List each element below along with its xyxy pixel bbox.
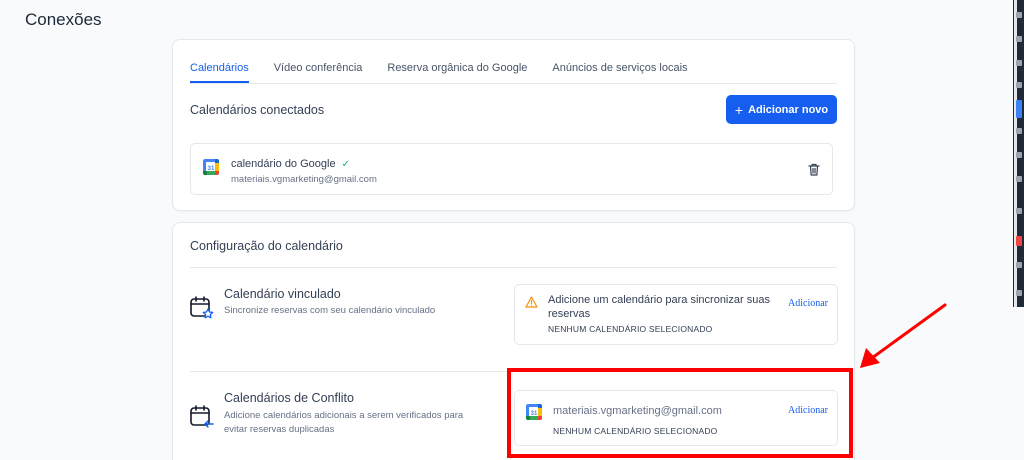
toolbar-mark — [1016, 60, 1022, 66]
toolbar-mark — [1016, 262, 1022, 268]
toolbar-mark — [1016, 82, 1022, 88]
connected-calendars-title: Calendários conectados — [190, 103, 325, 117]
toolbar-mark-red — [1016, 236, 1022, 246]
warning-icon — [525, 296, 538, 308]
calendar-config-title: Configuração do calendário — [190, 239, 343, 253]
conflict-calendars-desc: Adicione calendários adicionais a serem … — [224, 410, 464, 435]
linked-calendar-selector: Adicione um calendário para sincronizar … — [514, 284, 838, 345]
linked-none-selected: NENHUM CALENDÁRIO SELECIONADO — [548, 324, 713, 334]
toolbar-mark — [1016, 152, 1022, 158]
calendar-arrow-icon — [190, 405, 214, 428]
tab-calendars[interactable]: Calendários — [190, 62, 249, 83]
toolbar-mark-active — [1016, 100, 1022, 118]
tab-google-organic-booking[interactable]: Reserva orgânica do Google — [387, 62, 527, 83]
toolbar-mark — [1016, 208, 1022, 214]
toolbar-mark — [1016, 12, 1022, 18]
add-new-button[interactable]: + Adicionar novo — [726, 95, 837, 124]
connected-calendar-item: 31 calendário do Google ✓ materiais.vgma… — [190, 143, 833, 195]
calendar-name-text: calendário do Google — [231, 158, 336, 170]
toolbar-mark — [1016, 290, 1022, 296]
svg-text:31: 31 — [208, 166, 215, 172]
conflict-calendars-title: Calendários de Conflito — [224, 391, 354, 405]
calendar-star-icon — [190, 296, 214, 319]
linked-warning-text: Adicione um calendário para sincronizar … — [548, 294, 770, 320]
tab-video-conference[interactable]: Vídeo conferência — [274, 62, 363, 83]
calendar-email: materiais.vgmarketing@gmail.com — [231, 174, 377, 185]
tab-local-services-ads[interactable]: Anúncios de serviços locais — [552, 62, 687, 83]
divider — [190, 267, 837, 268]
tab-bar: Calendários Vídeo conferência Reserva or… — [190, 62, 837, 84]
toolbar-mark — [1016, 176, 1022, 182]
trash-icon[interactable] — [808, 163, 820, 176]
add-new-label: Adicionar novo — [748, 103, 829, 116]
linked-add-link[interactable]: Adicionar — [788, 298, 828, 309]
google-calendar-icon: 31 — [203, 159, 219, 175]
plus-icon: + — [734, 101, 744, 118]
red-arrow-icon — [860, 303, 947, 368]
toolbar-mark — [1016, 36, 1022, 42]
linked-calendar-desc: Sincronize reservas com seu calendário v… — [224, 305, 436, 316]
right-edge-toolbar — [1013, 0, 1024, 307]
connections-card: Calendários Vídeo conferência Reserva or… — [172, 39, 855, 211]
linked-calendar-title: Calendário vinculado — [224, 287, 341, 301]
calendar-name: calendário do Google ✓ — [231, 158, 350, 170]
highlight-frame — [507, 368, 853, 458]
toolbar-mark — [1016, 128, 1022, 134]
page-title: Conexões — [25, 10, 102, 29]
check-icon: ✓ — [341, 158, 350, 170]
